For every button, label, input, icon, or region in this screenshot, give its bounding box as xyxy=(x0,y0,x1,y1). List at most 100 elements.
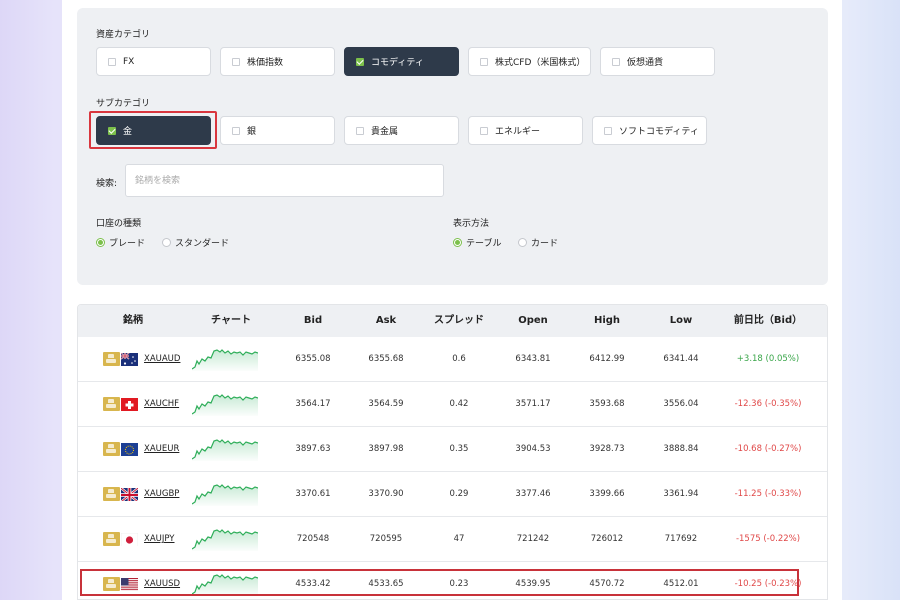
radio-account-blade[interactable]: ブレード xyxy=(96,236,145,249)
search-label: 検索: xyxy=(96,179,118,189)
high-cell: 3593.68 xyxy=(589,399,625,409)
sparkline-chart xyxy=(191,437,259,461)
table-header: 銘柄 チャート Bid Ask スプレッド Open High Low 前日比（… xyxy=(78,305,827,337)
asset-category-label: 資産カテゴリ xyxy=(96,30,151,40)
open-cell: 721242 xyxy=(516,534,550,544)
radio-label: ブレード xyxy=(109,239,146,249)
high-cell: 3399.66 xyxy=(589,489,625,499)
radio-dot xyxy=(518,238,527,247)
asset-category-chip-label: コモディティ xyxy=(371,58,424,68)
gold-bar-icon xyxy=(103,487,120,501)
col-bid-header: Bid xyxy=(303,315,323,326)
sparkline-chart xyxy=(191,482,259,506)
change-cell: -12.36 (-0.35%) xyxy=(734,399,802,409)
gold-bar-icon xyxy=(103,442,120,456)
radio-dot xyxy=(453,238,462,247)
symbol-link[interactable]: XAUGBP xyxy=(144,472,179,517)
spread-cell: 0.35 xyxy=(449,444,469,454)
low-cell: 6341.44 xyxy=(663,354,699,364)
checkbox-icon xyxy=(356,57,364,66)
checkbox-icon xyxy=(108,57,116,66)
radio-account-standard[interactable]: スタンダード xyxy=(162,236,229,249)
open-cell: 3377.46 xyxy=(515,489,551,499)
radio-label: スタンダード xyxy=(175,239,230,249)
col-open-header: Open xyxy=(518,315,548,326)
ask-cell: 6355.68 xyxy=(368,354,404,364)
account-type-label: 口座の種類 xyxy=(96,219,142,229)
checkbox-icon xyxy=(480,126,488,135)
table-row[interactable]: XAUEUR 3897.63 3897.98 0.35 3904.53 3928.73 38… xyxy=(78,427,827,472)
sub-category-chip-1[interactable]: 銀 xyxy=(220,116,335,145)
bid-cell: 3564.17 xyxy=(295,399,331,409)
symbol-link[interactable]: XAUCHF xyxy=(144,382,179,427)
gold-bar-icon xyxy=(103,397,120,411)
japan-flag-icon xyxy=(121,532,138,546)
checkbox-icon xyxy=(232,57,240,66)
switzerland-flag-icon xyxy=(121,397,138,411)
table-row[interactable]: XAUJPY 720548 720595 47 721242 726012 717692 -1… xyxy=(78,517,827,562)
asset-category-chip-3[interactable]: 株式CFD（米国株式） xyxy=(468,47,591,76)
bid-cell: 3370.61 xyxy=(295,489,331,499)
low-cell: 3888.84 xyxy=(663,444,699,454)
change-cell: -10.68 (-0.27%) xyxy=(734,444,802,454)
sub-category-chip-label: 貴金属 xyxy=(371,127,399,137)
display-mode-label: 表示方法 xyxy=(453,219,490,229)
spread-cell: 0.29 xyxy=(449,489,469,499)
bid-cell: 3897.63 xyxy=(295,444,331,454)
spread-cell: 0.6 xyxy=(452,354,466,364)
table-row[interactable]: XAUAUD 6355.08 6355.68 0.6 6343.81 6412.99 634… xyxy=(78,337,827,382)
asset-category-chip-label: 株価指数 xyxy=(247,58,284,68)
search-input[interactable] xyxy=(125,164,444,197)
sparkline-chart xyxy=(191,347,259,371)
radio-label: カード xyxy=(531,239,559,249)
col-symbol-header: 銘柄 xyxy=(123,315,143,326)
asset-category-chip-2[interactable]: コモディティ xyxy=(344,47,459,76)
sub-category-chip-label: エネルギー xyxy=(495,127,541,137)
change-cell: +3.18 (0.05%) xyxy=(736,354,800,364)
col-spread-header: スプレッド xyxy=(434,315,484,326)
high-cell: 3928.73 xyxy=(589,444,625,454)
sub-category-chip-3[interactable]: エネルギー xyxy=(468,116,583,145)
gold-bar-icon xyxy=(103,352,120,366)
open-cell: 3571.17 xyxy=(515,399,551,409)
sparkline-chart xyxy=(191,392,259,416)
selected-row-highlight xyxy=(80,569,799,596)
radio-dot xyxy=(162,238,171,247)
uk-flag-icon xyxy=(121,487,138,501)
checkbox-icon xyxy=(612,57,620,66)
bid-cell: 6355.08 xyxy=(295,354,331,364)
radio-dot xyxy=(96,238,105,247)
open-cell: 6343.81 xyxy=(515,354,551,364)
low-cell: 717692 xyxy=(664,534,698,544)
radio-display-table[interactable]: テーブル xyxy=(453,236,501,249)
table-row[interactable]: XAUGBP 3370.61 3370.90 0.29 3377.46 3399.66 33… xyxy=(78,472,827,517)
change-cell: -1575 (-0.22%) xyxy=(735,534,801,544)
price-table: 銘柄 チャート Bid Ask スプレッド Open High Low 前日比（… xyxy=(77,304,828,600)
high-cell: 6412.99 xyxy=(589,354,625,364)
low-cell: 3556.04 xyxy=(663,399,699,409)
symbol-link[interactable]: XAUJPY xyxy=(144,517,175,562)
radio-display-card[interactable]: カード xyxy=(518,236,558,249)
asset-category-chip-label: FX xyxy=(123,56,135,67)
col-change-header: 前日比（Bid） xyxy=(733,315,803,326)
ask-cell: 3370.90 xyxy=(368,489,404,499)
ask-cell: 3564.59 xyxy=(368,399,404,409)
sub-category-chip-2[interactable]: 貴金属 xyxy=(344,116,459,145)
asset-category-chip-0[interactable]: FX xyxy=(96,47,211,76)
sub-category-chip-label: ソフトコモディティ xyxy=(619,127,699,137)
checkbox-icon xyxy=(232,126,240,135)
radio-label: テーブル xyxy=(466,239,502,249)
table-row[interactable]: XAUCHF 3564.17 3564.59 0.42 3571.17 3593.68 35… xyxy=(78,382,827,427)
asset-category-chip-1[interactable]: 株価指数 xyxy=(220,47,335,76)
ask-cell: 720595 xyxy=(369,534,403,544)
sub-category-chip-4[interactable]: ソフトコモディティ xyxy=(592,116,707,145)
gold-bar-icon xyxy=(103,532,120,546)
col-low-header: Low xyxy=(669,315,693,326)
selected-subcategory-highlight xyxy=(89,111,217,149)
symbol-link[interactable]: XAUAUD xyxy=(144,337,180,382)
spread-cell: 0.42 xyxy=(449,399,469,409)
symbol-link[interactable]: XAUEUR xyxy=(144,427,179,472)
asset-category-chip-label: 株式CFD（米国株式） xyxy=(495,58,586,68)
australia-flag-icon xyxy=(121,352,138,366)
asset-category-chip-4[interactable]: 仮想通貨 xyxy=(600,47,715,76)
